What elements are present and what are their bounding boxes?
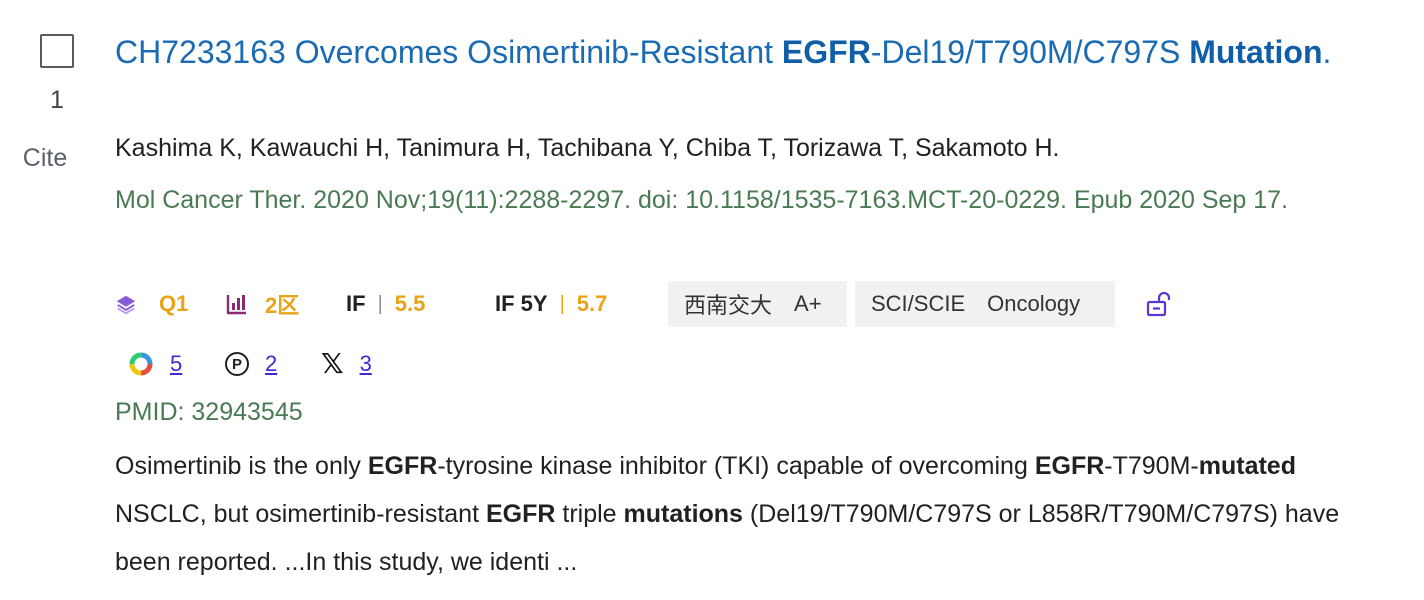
plumx-metric: P 2 [225,344,277,384]
altmetric-donut-icon [129,352,153,376]
university-name: 西南交大 [684,293,773,318]
abstract-text: Osimertinib is the only [115,452,368,480]
metrics-row: 5 P 2 𝕏 3 [115,344,715,384]
abstract-highlight: EGFR [1034,452,1105,480]
if-separator: | [377,292,383,315]
title-highlight: EGFR [781,34,871,70]
university-grade: A+ [794,291,822,316]
abstract-highlight: mutations [623,500,743,528]
abstract-highlight: EGFR [485,500,556,528]
abstract-text: -tyrosine kinase inhibitor (TKI) capable… [437,452,1035,480]
abstract-highlight: EGFR [367,452,438,480]
select-checkbox[interactable] [40,34,74,68]
altmetric-count-link[interactable]: 5 [170,351,182,377]
result-index: 1 [50,86,64,114]
if5y-label: IF 5Y [495,291,548,316]
title-highlight: Mutation [1189,34,1323,70]
if-value: 5.5 [394,291,426,316]
layers-icon [116,295,136,315]
title-text: . [1322,34,1332,70]
index-tag: SCI/SCIE Oncology [855,281,1115,327]
x-logo-icon: 𝕏 [321,348,344,379]
if5y-separator: | [559,292,565,315]
article-title-link[interactable]: CH7233163 Overcomes Osimertinib-Resistan… [115,28,1385,76]
journal-citation: Mol Cancer Ther. 2020 Nov;19(11):2288-22… [115,186,1289,214]
abstract-text: NSCLC, but osimertinib-resistant [115,500,486,528]
zone-badge: 2区 [225,281,299,327]
abstract-text: triple [555,500,624,528]
authors: Kashima K, Kawauchi H, Tanimura H, Tachi… [115,134,1060,162]
x-metric: 𝕏 3 [321,344,372,384]
abstract-snippet: Osimertinib is the only EGFR-tyrosine ki… [115,442,1375,586]
impact-factor-badge: IF | 5.5 [346,281,425,327]
cite-button[interactable]: Cite [0,144,90,173]
quartile-value: Q1 [159,291,189,316]
pmid: PMID: 32943545 [115,398,303,426]
impact-factor-5y-badge: IF 5Y | 5.7 [495,281,607,327]
zone-value: 2区 [265,293,300,318]
abstract-highlight: mutated [1198,452,1296,480]
subject-field: Oncology [987,291,1081,316]
x-count-link[interactable]: 3 [360,351,372,377]
if5y-value: 5.7 [576,291,608,316]
title-text: CH7233163 Overcomes Osimertinib-Resistan… [115,34,782,70]
unlock-icon[interactable] [1145,290,1173,318]
abstract-text: -T790M- [1104,452,1199,480]
if-label: IF [346,291,366,316]
title-text: -Del19/T790M/C797S [870,34,1190,70]
bar-chart-icon [226,295,246,315]
university-tag: 西南交大 A+ [668,281,847,327]
quartile-badge: Q1 [115,281,188,327]
plumx-count-link[interactable]: 2 [265,351,277,377]
plumx-icon: P [225,352,249,376]
search-result: 1 Cite CH7233163 Overcomes Osimertinib-R… [0,0,1424,600]
altmetric-metric: 5 [128,344,182,384]
journal-badges: Q1 2区 IF | 5.5 IF 5Y | 5.7 西南交大 A+ SCI/S… [115,281,1405,327]
index-database: SCI/SCIE [871,291,966,316]
result-gutter: 1 Cite [0,0,110,600]
